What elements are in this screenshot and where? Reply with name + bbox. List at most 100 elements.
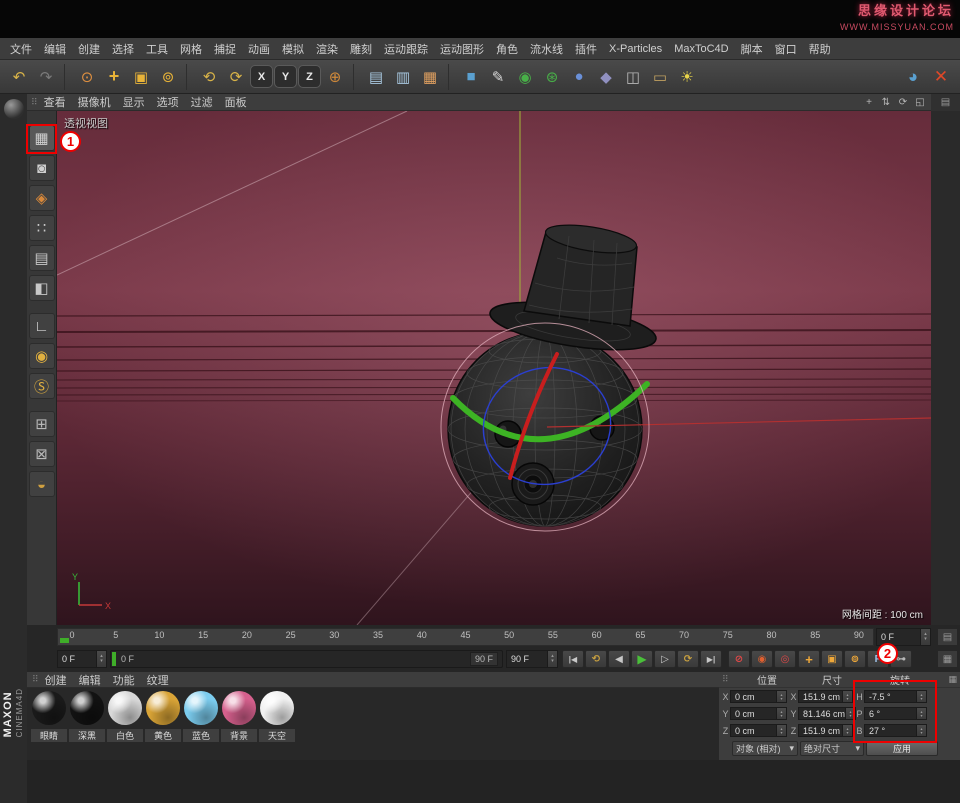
playhead-marker[interactable] bbox=[112, 652, 116, 666]
lock-workplane-icon[interactable]: ⊞ bbox=[29, 411, 55, 437]
snap-icon[interactable]: Ⓢ bbox=[29, 373, 55, 399]
goto-start-icon[interactable]: |◀ bbox=[562, 650, 584, 668]
axis-mode-icon[interactable]: ∟ bbox=[29, 313, 55, 339]
panel-grip-icon[interactable]: ⠿ bbox=[722, 674, 734, 685]
undo-icon[interactable]: ↶ bbox=[6, 64, 32, 90]
mograph-icon[interactable]: ⊛ bbox=[539, 64, 565, 90]
menu-sculpt[interactable]: 雕刻 bbox=[344, 41, 378, 57]
x-axis-lock-icon[interactable]: X bbox=[250, 65, 273, 88]
current-frame-marker[interactable] bbox=[60, 638, 69, 643]
toggle-layout-icon[interactable]: ◱ bbox=[913, 95, 927, 109]
light-icon[interactable]: ☀ bbox=[674, 64, 700, 90]
panel-grip-icon[interactable]: ⠿ bbox=[31, 97, 37, 108]
object-mode-dropdown[interactable]: 对象 (相对) ▾ bbox=[732, 741, 798, 756]
texture-mode-icon[interactable]: ◙ bbox=[29, 155, 55, 181]
field-value[interactable]: 151.9 cm bbox=[798, 724, 843, 737]
play-reverse-icon[interactable]: ⟲ bbox=[585, 650, 607, 668]
edges-mode-icon[interactable]: ▤ bbox=[29, 245, 55, 271]
material-black[interactable]: 深黑 bbox=[68, 691, 106, 760]
spinner[interactable]: ▴▾ bbox=[777, 707, 787, 720]
menu-snap[interactable]: 捕捉 bbox=[208, 41, 242, 57]
pan-view-icon[interactable]: + bbox=[862, 95, 876, 109]
size-x-field[interactable]: X 151.9 cm▴▾ bbox=[789, 690, 853, 703]
move-tool-icon[interactable]: + bbox=[101, 64, 127, 90]
spinner[interactable]: ▴▾ bbox=[843, 690, 853, 703]
mat-menu-create[interactable]: 创建 bbox=[40, 672, 72, 688]
frame-value[interactable]: 90 F bbox=[506, 650, 548, 668]
material-sky[interactable]: 天空 bbox=[258, 691, 296, 760]
mat-menu-function[interactable]: 功能 bbox=[108, 672, 140, 688]
vp-menu-options[interactable]: 选项 bbox=[152, 94, 184, 110]
scale-tool-icon[interactable]: ▣ bbox=[128, 64, 154, 90]
field-value[interactable]: 0 cm bbox=[730, 707, 777, 720]
menu-edit[interactable]: 编辑 bbox=[38, 41, 72, 57]
menu-animate[interactable]: 动画 bbox=[242, 41, 276, 57]
playback-menu-icon[interactable]: ▦ bbox=[937, 650, 958, 668]
field-value[interactable]: 0 cm bbox=[730, 724, 777, 737]
vp-menu-filter[interactable]: 过滤 bbox=[186, 94, 218, 110]
material-yellow[interactable]: 黄色 bbox=[144, 691, 182, 760]
loop-icon[interactable]: ⟳ bbox=[677, 650, 699, 668]
render-view-icon[interactable]: ▤ bbox=[363, 64, 389, 90]
interface-layout-icon[interactable]: ◕ bbox=[900, 64, 926, 90]
coordinate-system-icon[interactable]: ⊕ bbox=[322, 64, 348, 90]
live-selection-icon[interactable]: ⊙ bbox=[74, 64, 100, 90]
vp-menu-camera[interactable]: 摄像机 bbox=[73, 94, 116, 110]
panel-grip-icon[interactable]: ⠿ bbox=[32, 674, 38, 685]
keyframe-selection-icon[interactable]: ⊘ bbox=[728, 650, 750, 668]
last-tool-icon[interactable]: ⟲ bbox=[196, 64, 222, 90]
range-end-label[interactable]: 90 F bbox=[470, 652, 498, 666]
menu-file[interactable]: 文件 bbox=[4, 41, 38, 57]
interface-sphere-icon[interactable] bbox=[4, 99, 24, 119]
redo-icon[interactable]: ↷ bbox=[33, 64, 59, 90]
field-value[interactable]: 0 cm bbox=[730, 690, 777, 703]
mat-menu-texture[interactable]: 纹理 bbox=[142, 672, 174, 688]
menu-render[interactable]: 渲染 bbox=[310, 41, 344, 57]
material-white[interactable]: 白色 bbox=[106, 691, 144, 760]
material-eyes[interactable]: 眼睛 bbox=[30, 691, 68, 760]
menu-window[interactable]: 窗口 bbox=[769, 41, 803, 57]
position-x-field[interactable]: X 0 cm▴▾ bbox=[721, 690, 787, 703]
timeline-range-slider[interactable]: 0 F 90 F bbox=[110, 650, 503, 668]
record-scale-toggle[interactable]: ▣ bbox=[821, 650, 843, 668]
dolly-view-icon[interactable]: ⇅ bbox=[879, 95, 893, 109]
size-mode-dropdown[interactable]: 绝对尺寸 ▾ bbox=[800, 741, 864, 756]
y-axis-lock-icon[interactable]: Y bbox=[274, 65, 297, 88]
panel-layout-icon[interactable]: ▤ bbox=[931, 94, 960, 111]
menu-mograph[interactable]: 运动图形 bbox=[434, 41, 490, 57]
spinner[interactable]: ▴▾ bbox=[548, 650, 558, 668]
render-picture-viewer-icon[interactable]: ▥ bbox=[390, 64, 416, 90]
position-y-field[interactable]: Y 0 cm▴▾ bbox=[721, 707, 787, 720]
z-axis-lock-icon[interactable]: Z bbox=[298, 65, 321, 88]
material-blue[interactable]: 蓝色 bbox=[182, 691, 220, 760]
mat-menu-edit[interactable]: 编辑 bbox=[74, 672, 106, 688]
quantize-icon[interactable]: ⊠ bbox=[29, 441, 55, 467]
current-tool-icon[interactable]: ⟳ bbox=[223, 64, 249, 90]
primitive-cube-icon[interactable]: ■ bbox=[458, 64, 484, 90]
size-z-field[interactable]: Z 151.9 cm▴▾ bbox=[789, 724, 853, 737]
next-frame-icon[interactable]: ▷ bbox=[654, 650, 676, 668]
menu-maxtoc4d[interactable]: MaxToC4D bbox=[668, 43, 734, 55]
menu-select[interactable]: 选择 bbox=[106, 41, 140, 57]
frame-value[interactable]: 0 F bbox=[57, 650, 97, 668]
menu-mesh[interactable]: 网格 bbox=[174, 41, 208, 57]
spinner[interactable]: ▴▾ bbox=[921, 628, 931, 646]
prev-frame-icon[interactable]: ◀ bbox=[608, 650, 630, 668]
vp-menu-display[interactable]: 显示 bbox=[118, 94, 150, 110]
menu-create[interactable]: 创建 bbox=[72, 41, 106, 57]
field-value[interactable]: 151.9 cm bbox=[798, 690, 843, 703]
timeline-menu-icon[interactable]: ▤ bbox=[937, 628, 958, 646]
close-layout-icon[interactable]: ✕ bbox=[928, 64, 954, 90]
spline-pen-icon[interactable]: ✎ bbox=[485, 64, 511, 90]
autokey-icon[interactable]: ◎ bbox=[774, 650, 796, 668]
menu-plugins[interactable]: 插件 bbox=[569, 41, 603, 57]
apply-button[interactable]: 应用 bbox=[866, 741, 938, 756]
spinner[interactable]: ▴▾ bbox=[777, 690, 787, 703]
camera-icon[interactable]: ◫ bbox=[620, 64, 646, 90]
rotate-tool-icon[interactable]: ⊚ bbox=[155, 64, 181, 90]
menu-simulate[interactable]: 模拟 bbox=[276, 41, 310, 57]
record-keyframe-icon[interactable]: ◉ bbox=[751, 650, 773, 668]
spinner[interactable]: ▴▾ bbox=[843, 724, 853, 737]
menu-character[interactable]: 角色 bbox=[490, 41, 524, 57]
vp-menu-panel[interactable]: 面板 bbox=[220, 94, 252, 110]
